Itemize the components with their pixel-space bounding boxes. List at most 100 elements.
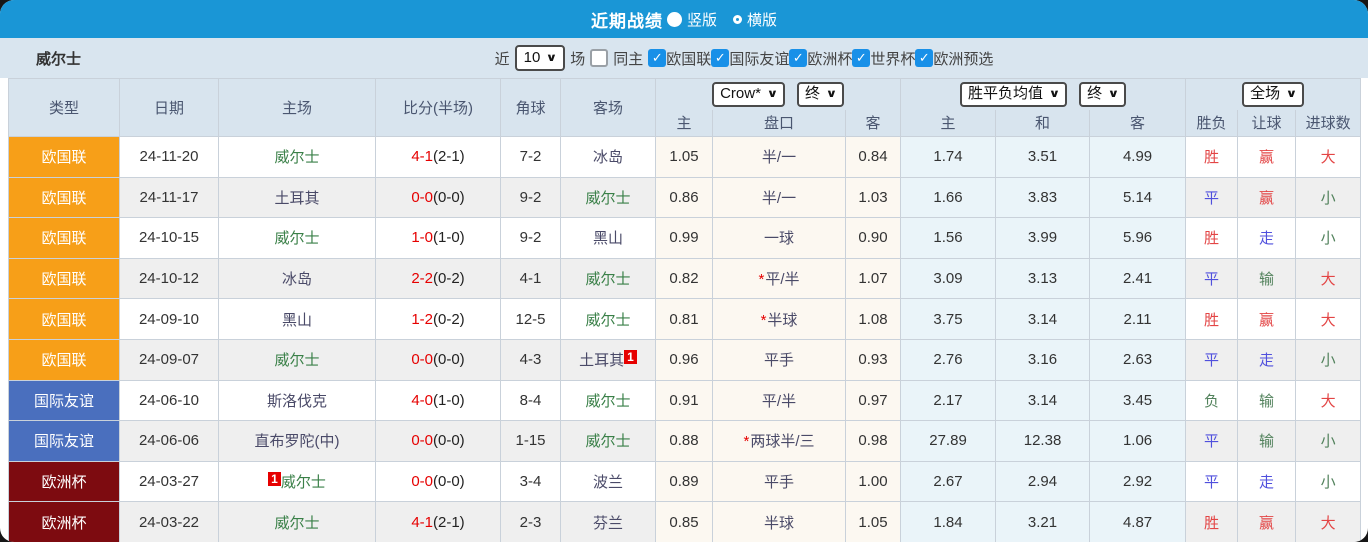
radio-unselected-icon xyxy=(733,14,742,24)
away-team-name: 波兰 xyxy=(592,474,623,492)
same-home-label: 同主 xyxy=(613,50,644,68)
handicap-result-cell: 走 xyxy=(1237,460,1297,503)
chevron-down-icon: ∨ xyxy=(1285,88,1298,101)
away-team-name: 冰岛 xyxy=(592,149,623,167)
halftime-score: (0-0) xyxy=(433,432,465,450)
handicap-cell: 平手 xyxy=(712,338,846,381)
odds-away-cell: 1.03 xyxy=(844,176,902,219)
match-count-select[interactable]: 10 ∨ xyxy=(514,45,566,71)
corner-cell: 12-5 xyxy=(500,298,561,340)
odds-away-cell: 0.84 xyxy=(844,136,902,178)
corner-cell: 9-2 xyxy=(500,217,561,259)
avg-draw-cell: 3.51 xyxy=(995,136,1091,178)
home-team-cell: 1 威尔士 xyxy=(218,460,376,503)
home-team-cell: 威尔士 xyxy=(218,136,376,178)
avg-away-cell: 2.11 xyxy=(1089,298,1187,340)
fulltime-score: 0-0 xyxy=(411,432,433,450)
handicap-cell: *两球半/三 xyxy=(712,420,846,462)
odds-home-cell: 0.82 xyxy=(655,257,713,300)
league-checkbox[interactable]: ✓ xyxy=(852,49,871,67)
avg-draw-cell: 2.94 xyxy=(995,460,1091,503)
away-team-name: 威尔士 xyxy=(585,433,631,451)
league-checkbox[interactable]: ✓ xyxy=(915,49,934,67)
table-row: 欧国联 24-09-10 黑山 1-2(0-2) 12-5 威尔士 0.81 *… xyxy=(8,298,1362,340)
home-team-name: 黑山 xyxy=(281,311,312,329)
fulltime-score: 0-0 xyxy=(411,351,433,369)
handicap-result-cell: 走 xyxy=(1237,217,1297,259)
corner-cell: 4-3 xyxy=(500,338,561,381)
halftime-score: (1-0) xyxy=(433,391,465,409)
filters-group: 近 10 ∨ 场 同主 ✓ 欧国联 ✓ 国际友谊 ✓ 欧洲杯 ✓ 世界杯 ✓ 欧洲预选 xyxy=(375,45,994,71)
wdl-result-cell: 平 xyxy=(1185,460,1239,503)
halftime-score: (0-2) xyxy=(433,310,465,328)
wdl-result-cell: 胜 xyxy=(1185,136,1239,178)
radio-vertical-layout[interactable]: 竖版 xyxy=(666,9,717,30)
same-home-checkbox[interactable] xyxy=(590,49,609,67)
avg-home-cell: 27.89 xyxy=(900,420,997,462)
odds-company-select[interactable]: Crow* ∨ xyxy=(712,81,785,107)
page-title: 近期战绩 xyxy=(590,11,663,31)
corner-cell: 7-2 xyxy=(500,136,561,178)
away-team-cell: 威尔士 xyxy=(560,379,656,422)
handicap-value: 两球半/三 xyxy=(750,433,815,451)
results-table: 类型 日期 主场 比分(半场) 角球 客场 Crow* ∨ 终 ∨ 胜平负均值 ∨ 终… xyxy=(8,78,1362,542)
radio-horizontal-layout[interactable]: 横版 xyxy=(733,9,777,30)
handicap-cell: 半/一 xyxy=(712,176,846,219)
league-type-cell: 国际友谊 xyxy=(8,420,120,462)
home-team-cell: 斯洛伐克 xyxy=(218,379,376,422)
table-row: 欧洲杯 24-03-27 1 威尔士 0-0(0-0) 3-4 波兰 0.89 平… xyxy=(8,460,1362,503)
date-cell: 24-10-15 xyxy=(119,217,219,259)
handicap-result-cell: 输 xyxy=(1237,257,1297,300)
league-checkbox[interactable]: ✓ xyxy=(648,49,667,67)
scope-select[interactable]: 全场 ∨ xyxy=(1242,81,1305,107)
goals-result-cell: 大 xyxy=(1295,379,1362,422)
odds-away-cell: 1.05 xyxy=(844,501,902,542)
avg-away-cell: 2.41 xyxy=(1089,257,1187,300)
league-type-cell: 欧国联 xyxy=(8,257,120,300)
wdl-result-cell: 胜 xyxy=(1185,501,1239,542)
avg-home-cell: 3.75 xyxy=(900,298,997,340)
score-cell: 2-2(0-2) xyxy=(375,257,501,300)
handicap-cell: 一球 xyxy=(712,217,846,259)
games-label: 场 xyxy=(570,50,586,68)
avg-away-cell: 3.45 xyxy=(1089,379,1187,422)
goals-result-cell: 小 xyxy=(1295,217,1362,259)
chevron-down-icon: ∨ xyxy=(766,88,779,101)
avg-draw-cell: 3.83 xyxy=(995,176,1091,219)
league-checkbox[interactable]: ✓ xyxy=(711,49,730,67)
sub-header-wdl: 胜负 xyxy=(1185,109,1239,137)
score-cell: 1-2(0-2) xyxy=(375,298,501,340)
odds-away-cell: 0.98 xyxy=(844,420,902,462)
odds-time-select[interactable]: 终 ∨ xyxy=(797,81,844,107)
wdl-result-cell: 平 xyxy=(1185,338,1239,381)
away-team-name: 威尔士 xyxy=(585,392,631,410)
handicap-value: 半/一 xyxy=(761,189,797,207)
home-team-name: 直布罗陀(中) xyxy=(254,433,340,451)
avg-home-cell: 1.56 xyxy=(900,217,997,259)
home-team-cell: 直布罗陀(中) xyxy=(218,420,376,462)
league-checkbox[interactable]: ✓ xyxy=(789,49,808,67)
recent-results-widget: 近期战绩 竖版 横版 威尔士 近 10 ∨ 场 同主 ✓ 欧国联 ✓ 国际友谊 ✓ 欧洲杯… xyxy=(0,0,1368,542)
halftime-score: (2-1) xyxy=(433,148,465,166)
home-team-cell: 威尔士 xyxy=(218,501,376,542)
handicap-result-cell: 走 xyxy=(1237,338,1297,381)
date-cell: 24-06-10 xyxy=(119,379,219,422)
handicap-cell: *平/半 xyxy=(712,257,846,300)
handicap-result-cell: 赢 xyxy=(1237,136,1297,178)
avg-draw-cell: 3.13 xyxy=(995,257,1091,300)
odds-away-cell: 0.90 xyxy=(844,217,902,259)
radio-horizontal-label: 横版 xyxy=(747,11,778,29)
match-count-value: 10 xyxy=(523,49,541,66)
team-name: 威尔士 xyxy=(36,50,82,68)
date-cell: 24-11-17 xyxy=(119,176,219,219)
fulltime-score: 0-0 xyxy=(411,188,433,206)
avg-time-select[interactable]: 终 ∨ xyxy=(1079,81,1127,107)
league-label: 欧洲预选 xyxy=(933,50,994,68)
changed-odds-star: * xyxy=(760,311,767,329)
table-row: 欧国联 24-09-07 威尔士 0-0(0-0) 4-3 土耳其 1 0.96 … xyxy=(8,338,1362,381)
odds-home-cell: 0.99 xyxy=(655,217,713,259)
avg-away-cell: 4.87 xyxy=(1089,501,1187,542)
avg-select[interactable]: 胜平负均值 ∨ xyxy=(960,81,1067,107)
score-cell: 0-0(0-0) xyxy=(375,420,501,462)
corner-cell: 9-2 xyxy=(500,176,561,219)
